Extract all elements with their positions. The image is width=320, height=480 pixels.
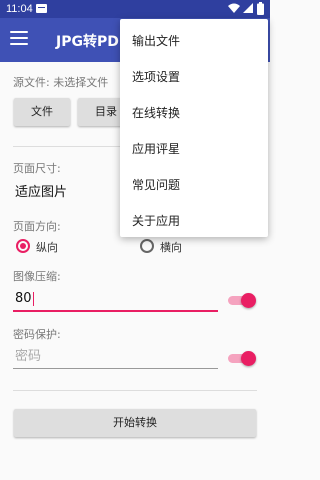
source-file-label: 源文件: 未选择文件: [13, 76, 109, 89]
overflow-menu: 输出文件 选项设置 在线转换 应用评星 常见问题 关于应用: [120, 19, 268, 237]
page-size-select[interactable]: 适应图片: [15, 181, 67, 200]
compression-value: 80: [15, 291, 32, 306]
status-time: 11:04: [6, 3, 33, 15]
menu-item-online-convert[interactable]: 在线转换: [132, 104, 180, 121]
hamburger-menu-icon[interactable]: [10, 31, 28, 49]
portrait-radio-label: 纵向: [36, 241, 58, 254]
file-button[interactable]: 文件: [14, 98, 70, 126]
app-title: JPG转PDF: [56, 34, 129, 50]
landscape-radio[interactable]: [140, 239, 154, 253]
battery-icon: [257, 2, 264, 18]
compression-toggle[interactable]: [228, 293, 256, 308]
start-conversion-button[interactable]: 开始转换: [14, 409, 256, 437]
menu-item-about[interactable]: 关于应用: [132, 212, 180, 229]
password-placeholder: 密码: [15, 349, 42, 364]
notification-icon: [36, 4, 47, 16]
menu-item-faq[interactable]: 常见问题: [132, 176, 180, 193]
menu-item-settings[interactable]: 选项设置: [132, 68, 180, 85]
menu-item-rate-app[interactable]: 应用评星: [132, 140, 180, 157]
page-size-label: 页面尺寸:: [13, 162, 61, 175]
image-compression-label: 图像压缩:: [13, 270, 61, 283]
input-underline: [13, 368, 218, 369]
section-divider: [13, 390, 257, 391]
status-bar: 11:04: [0, 0, 270, 18]
signal-icon: [243, 3, 253, 17]
password-protection-label: 密码保护:: [13, 328, 61, 341]
password-toggle[interactable]: [228, 351, 256, 366]
landscape-radio-label: 横向: [160, 241, 182, 254]
password-input[interactable]: 密码: [13, 346, 218, 369]
page-orientation-label: 页面方向:: [13, 220, 61, 233]
wifi-icon: [228, 3, 240, 17]
compression-input[interactable]: 80: [13, 288, 218, 312]
input-underline-active: [13, 310, 218, 312]
menu-item-output-files[interactable]: 输出文件: [132, 32, 180, 49]
portrait-radio[interactable]: [16, 239, 30, 253]
text-cursor: [32, 291, 34, 306]
